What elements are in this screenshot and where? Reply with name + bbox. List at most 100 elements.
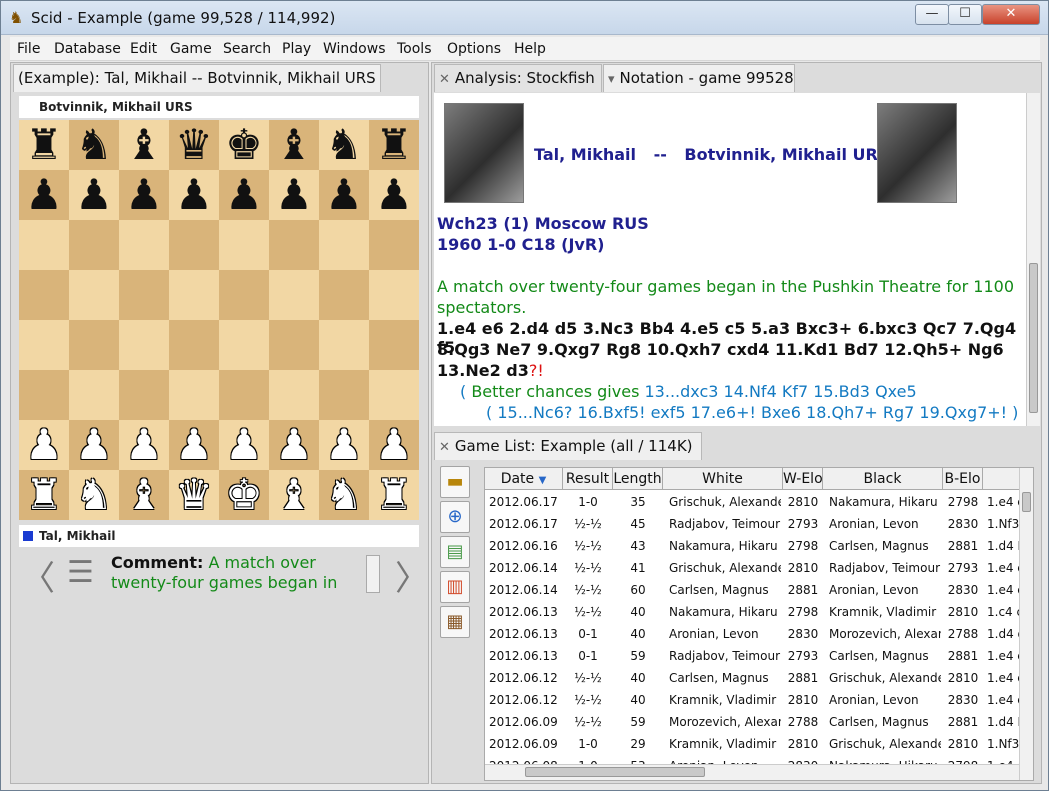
board-square[interactable] — [69, 370, 119, 420]
variation-2[interactable]: ( 15...Nc6? 16.Bxf5! exf5 17.e6+! Bxe6 1… — [486, 403, 1018, 422]
board-square[interactable] — [319, 270, 369, 320]
board-square[interactable]: ♟ — [169, 170, 219, 220]
black-king-icon[interactable]: ♚ — [225, 124, 263, 166]
menu-search[interactable]: Search — [223, 41, 271, 57]
black-rook-icon[interactable]: ♜ — [375, 124, 413, 166]
table-row[interactable]: 2012.06.14 ½-½ 60 Carlsen, Magnus 2881 Aronia… — [485, 579, 1033, 601]
board-square[interactable] — [319, 220, 369, 270]
board-square[interactable] — [119, 320, 169, 370]
board-square[interactable]: ♞ — [319, 120, 369, 170]
white-pawn-icon[interactable]: ♟ — [75, 424, 113, 466]
white-queen-icon[interactable]: ♛ — [175, 474, 213, 516]
black-pawn-icon[interactable]: ♟ — [275, 174, 313, 216]
white-knight-icon[interactable]: ♞ — [325, 474, 363, 516]
col-white[interactable]: White — [663, 468, 783, 490]
board-square[interactable]: ♝ — [119, 120, 169, 170]
moves-line-3[interactable]: 13.Ne2 d3?! — [437, 361, 544, 380]
chess-board[interactable]: ♜ ♞ ♝ ♛ ♚ ♝ ♞ ♜ ♟ ♟ ♟ ♟ ♟ ♟ ♟ ♟ ♟ ♟ ♟ ♟ ♟ ♟ ♟ ♟ ♜ ♞ ♝ ♛ ♚ ♝ ♞ ♜ — [19, 120, 419, 520]
maximize-button[interactable]: ☐ — [948, 4, 982, 25]
board-square[interactable] — [269, 270, 319, 320]
menu-play[interactable]: Play — [282, 41, 311, 57]
white-bishop-icon[interactable]: ♝ — [125, 474, 163, 516]
board-square[interactable]: ♛ — [169, 120, 219, 170]
black-pawn-icon[interactable]: ♟ — [175, 174, 213, 216]
moves-line-2[interactable]: 8.Qg3 Ne7 9.Qxg7 Rg8 10.Qxh7 cxd4 11.Kd1… — [437, 340, 1004, 359]
minimize-button[interactable]: — — [915, 4, 949, 25]
board-square[interactable]: ♜ — [369, 470, 419, 520]
chart-icon[interactable]: ▥ — [440, 571, 470, 603]
black-pawn-icon[interactable]: ♟ — [325, 174, 363, 216]
tab-analysis[interactable]: ✕ Analysis: Stockfish — [434, 64, 602, 92]
board-square[interactable]: ♟ — [19, 170, 69, 220]
board-square[interactable]: ♟ — [369, 170, 419, 220]
board-square[interactable] — [219, 370, 269, 420]
board-square[interactable]: ♞ — [69, 470, 119, 520]
white-pawn-icon[interactable]: ♟ — [275, 424, 313, 466]
menu-tools[interactable]: Tools — [397, 41, 432, 57]
board-square[interactable] — [269, 220, 319, 270]
white-pawn-icon[interactable]: ♟ — [375, 424, 413, 466]
board-square[interactable]: ♟ — [69, 420, 119, 470]
board-square[interactable] — [169, 220, 219, 270]
board-square[interactable]: ♟ — [69, 170, 119, 220]
game-list-vscroll-thumb[interactable] — [1022, 492, 1031, 512]
previous-move-icon[interactable]: 〈 — [21, 551, 55, 600]
white-bishop-icon[interactable]: ♝ — [275, 474, 313, 516]
board-square[interactable] — [269, 320, 319, 370]
board-square[interactable]: ♝ — [269, 470, 319, 520]
board-square[interactable] — [119, 220, 169, 270]
col-white-elo[interactable]: W-Elo — [783, 468, 823, 490]
next-move-icon[interactable]: 〉 — [395, 551, 429, 600]
book-icon[interactable]: ▬ — [440, 466, 470, 498]
board-square[interactable] — [69, 320, 119, 370]
board-square[interactable] — [119, 370, 169, 420]
board-icon[interactable]: ▦ — [440, 606, 470, 638]
white-pawn-icon[interactable]: ♟ — [225, 424, 263, 466]
board-square[interactable]: ♟ — [319, 170, 369, 220]
zoom-icon[interactable]: ⊕ — [440, 501, 470, 533]
variation-1[interactable]: ( Better chances gives 13...dxc3 14.Nf4 … — [460, 382, 917, 401]
table-row[interactable]: 2012.06.17 1-0 35 Grischuk, Alexander 2810 Na… — [485, 491, 1033, 513]
board-square[interactable]: ♟ — [219, 170, 269, 220]
board-square[interactable]: ♝ — [119, 470, 169, 520]
board-square[interactable] — [19, 320, 69, 370]
board-square[interactable]: ♟ — [269, 420, 319, 470]
board-square[interactable]: ♜ — [369, 120, 419, 170]
board-square[interactable]: ♟ — [369, 420, 419, 470]
moves-line-3-text[interactable]: 13.Ne2 d3 — [437, 361, 529, 380]
board-square[interactable] — [169, 270, 219, 320]
board-square[interactable]: ♟ — [119, 170, 169, 220]
table-row[interactable]: 2012.06.14 ½-½ 41 Grischuk, Alexander 2810 Ra… — [485, 557, 1033, 579]
notation-scrollbar[interactable] — [1026, 93, 1040, 426]
board-square[interactable] — [69, 220, 119, 270]
black-pawn-icon[interactable]: ♟ — [225, 174, 263, 216]
board-square[interactable] — [169, 320, 219, 370]
board-square[interactable]: ♝ — [269, 120, 319, 170]
chevron-down-icon[interactable]: ▾ — [608, 72, 615, 87]
event-line[interactable]: Wch23 (1) Moscow RUS — [437, 214, 649, 233]
board-square[interactable]: ♟ — [169, 420, 219, 470]
white-rook-icon[interactable]: ♜ — [375, 474, 413, 516]
board-square[interactable]: ♚ — [219, 470, 269, 520]
black-pawn-icon[interactable]: ♟ — [75, 174, 113, 216]
table-row[interactable]: 2012.06.09 ½-½ 59 Morozevich, Alexander 2788… — [485, 711, 1033, 733]
tab-notation[interactable]: ▾ Notation - game 99528 — [603, 64, 795, 92]
board-square[interactable] — [219, 220, 269, 270]
white-pawn-icon[interactable]: ♟ — [175, 424, 213, 466]
table-row[interactable]: 2012.06.16 ½-½ 43 Nakamura, Hikaru 2798 Carls… — [485, 535, 1033, 557]
tab-board[interactable]: (Example): Tal, Mikhail -- Botvinnik, Mi… — [13, 64, 381, 92]
board-square[interactable] — [369, 270, 419, 320]
close-tab-icon[interactable]: ✕ — [439, 72, 450, 87]
close-button[interactable]: ✕ — [982, 4, 1040, 25]
board-square[interactable]: ♞ — [69, 120, 119, 170]
tab-game-list[interactable]: ✕ Game List: Example (all / 114K) — [434, 432, 702, 460]
white-pawn-icon[interactable]: ♟ — [25, 424, 63, 466]
black-pawn-icon[interactable]: ♟ — [375, 174, 413, 216]
board-square[interactable] — [169, 370, 219, 420]
menu-windows[interactable]: Windows — [323, 41, 386, 57]
board-square[interactable] — [119, 270, 169, 320]
black-queen-icon[interactable]: ♛ — [175, 124, 213, 166]
black-pawn-icon[interactable]: ♟ — [125, 174, 163, 216]
layout-icon[interactable]: ▤ — [440, 536, 470, 568]
board-square[interactable]: ♟ — [119, 420, 169, 470]
